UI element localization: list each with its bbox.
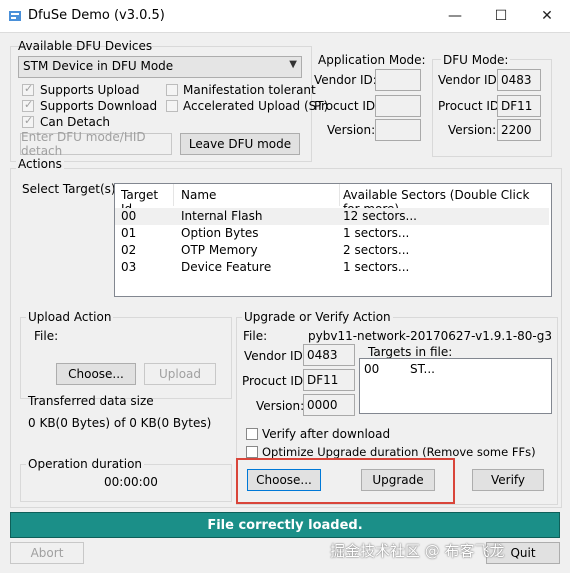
dfu-product-id-label: Procuct ID: bbox=[438, 99, 504, 113]
upload-button[interactable]: Upload bbox=[144, 363, 216, 385]
minimize-icon: — bbox=[448, 8, 462, 24]
upload-file-label: File: bbox=[34, 329, 59, 343]
app-version-field bbox=[375, 119, 421, 141]
app-version-label: Version: bbox=[327, 123, 376, 137]
title-bar: DfuSe Demo (v3.0.5) — ☐ ✕ bbox=[0, 0, 570, 33]
upload-choose-button[interactable]: Choose... bbox=[56, 363, 136, 385]
list-item[interactable]: 00 ST... bbox=[360, 361, 549, 377]
app-mode-label: Application Mode: bbox=[318, 53, 426, 67]
accelerated-upload-label: Accelerated Upload (ST) bbox=[183, 99, 329, 113]
verify-after-download-checkbox[interactable] bbox=[246, 428, 258, 440]
app-product-id-field bbox=[375, 95, 421, 117]
optimize-upgrade-label: Optimize Upgrade duration (Remove some F… bbox=[262, 445, 536, 459]
can-detach-label: Can Detach bbox=[40, 115, 111, 129]
upload-action-label: Upload Action bbox=[26, 310, 114, 324]
dfu-version-field: 2200 bbox=[497, 119, 541, 141]
device-select-value: STM Device in DFU Mode bbox=[23, 59, 174, 73]
transferred-label: Transferred data size bbox=[28, 394, 154, 408]
upgrade-product-id-label: Procuct ID: bbox=[242, 374, 308, 388]
app-product-id-label: Procuct ID: bbox=[314, 99, 380, 113]
app-vendor-id-label: Vendor ID: bbox=[314, 73, 377, 87]
close-icon: ✕ bbox=[541, 8, 553, 24]
actions-label: Actions bbox=[16, 157, 64, 171]
verify-button[interactable]: Verify bbox=[472, 469, 544, 491]
table-row[interactable]: 03 Device Feature 1 sectors... bbox=[115, 259, 549, 276]
manifestation-tolerant-checkbox[interactable] bbox=[166, 84, 178, 96]
dfu-product-id-field: DF11 bbox=[497, 95, 541, 117]
dfu-vendor-id-label: Vendor ID: bbox=[438, 73, 501, 87]
upgrade-version-label: Version: bbox=[256, 399, 305, 413]
table-row[interactable]: 02 OTP Memory 2 sectors... bbox=[115, 242, 549, 259]
targets-in-file-label: Targets in file: bbox=[368, 345, 453, 359]
upgrade-product-id-field: DF11 bbox=[303, 369, 355, 391]
can-detach-checkbox[interactable]: ✓ bbox=[22, 114, 34, 128]
app-icon bbox=[9, 11, 21, 21]
device-select[interactable]: STM Device in DFU Mode ▼ bbox=[18, 56, 302, 78]
upgrade-vendor-id-label: Vendor ID: bbox=[244, 349, 307, 363]
dfu-mode-label: DFU Mode: bbox=[441, 53, 511, 67]
devices-group-label: Available DFU Devices bbox=[18, 39, 153, 53]
targets-list[interactable]: Target Id Name Available Sectors (Double… bbox=[114, 183, 552, 297]
duration-label: Operation duration bbox=[26, 457, 145, 471]
column-name[interactable]: Name bbox=[173, 184, 340, 206]
status-text: File correctly loaded. bbox=[207, 517, 363, 533]
transferred-value: 0 KB(0 Bytes) of 0 KB(0 Bytes) bbox=[28, 416, 212, 430]
abort-button[interactable]: Abort bbox=[10, 542, 84, 564]
chevron-down-icon: ▼ bbox=[289, 59, 297, 70]
optimize-upgrade-checkbox[interactable] bbox=[246, 446, 258, 458]
manifestation-tolerant-label: Manifestation tolerant bbox=[183, 83, 316, 97]
verify-after-download-label: Verify after download bbox=[262, 427, 391, 441]
app-vendor-id-field bbox=[375, 69, 421, 91]
supports-download-checkbox[interactable]: ✓ bbox=[22, 98, 34, 112]
close-button[interactable]: ✕ bbox=[524, 0, 570, 32]
column-target-id[interactable]: Target Id bbox=[115, 184, 174, 216]
targets-in-file-list[interactable]: 00 ST... bbox=[359, 358, 552, 414]
select-targets-label: Select Target(s): bbox=[22, 182, 120, 196]
upgrade-vendor-id-field: 0483 bbox=[303, 344, 355, 366]
check-icon: ✓ bbox=[24, 114, 34, 127]
status-bar: File correctly loaded. bbox=[10, 512, 560, 538]
enter-dfu-button[interactable]: Enter DFU mode/HID detach bbox=[20, 130, 172, 158]
check-icon: ✓ bbox=[24, 82, 34, 95]
window-title: DfuSe Demo (v3.0.5) bbox=[28, 8, 165, 23]
accelerated-upload-checkbox[interactable] bbox=[166, 100, 178, 112]
column-available-sectors[interactable]: Available Sectors (Double Click for more… bbox=[339, 184, 549, 216]
table-row[interactable]: 01 Option Bytes 1 sectors... bbox=[115, 225, 549, 242]
supports-download-label: Supports Download bbox=[40, 99, 158, 113]
duration-value: 00:00:00 bbox=[104, 475, 158, 489]
upgrade-action-label: Upgrade or Verify Action bbox=[242, 310, 393, 324]
supports-upload-label: Supports Upload bbox=[40, 83, 140, 97]
watermark: 掘金技术社区 @ 布客飞龙 bbox=[330, 542, 505, 560]
check-icon: ✓ bbox=[24, 98, 34, 111]
dfu-version-label: Version: bbox=[448, 123, 497, 137]
upgrade-file-label: File: bbox=[243, 329, 268, 343]
leave-dfu-button[interactable]: Leave DFU mode bbox=[180, 133, 300, 155]
table-row[interactable]: 00 Internal Flash 12 sectors... bbox=[115, 208, 549, 225]
minimize-button[interactable]: — bbox=[432, 0, 478, 32]
dfu-vendor-id-field: 0483 bbox=[497, 69, 541, 91]
highlight-box bbox=[236, 458, 455, 504]
maximize-button[interactable]: ☐ bbox=[478, 0, 524, 32]
supports-upload-checkbox[interactable]: ✓ bbox=[22, 82, 34, 96]
maximize-icon: ☐ bbox=[494, 8, 508, 24]
upgrade-version-field: 0000 bbox=[303, 394, 355, 416]
upgrade-file-value: pybv11-network-20170627-v1.9.1-80-g3e82b… bbox=[308, 329, 552, 343]
